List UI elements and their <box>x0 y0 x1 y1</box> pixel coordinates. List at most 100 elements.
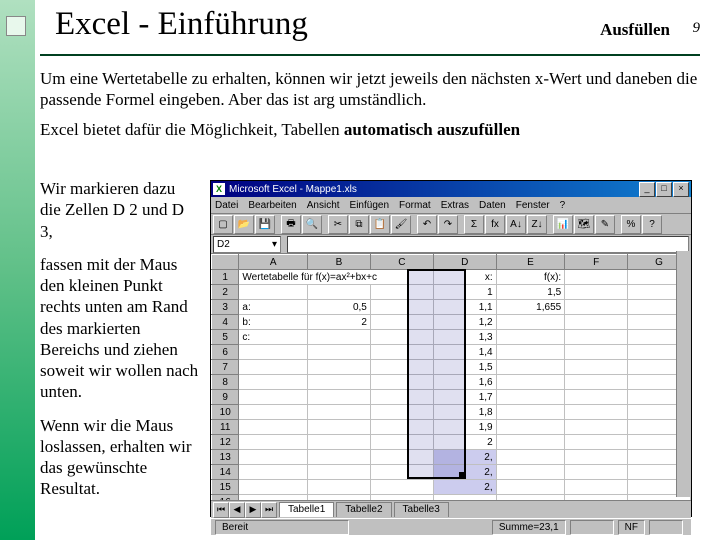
cell[interactable] <box>239 450 308 465</box>
col-header[interactable]: C <box>370 255 433 270</box>
cell[interactable] <box>496 315 565 330</box>
cell[interactable]: 1,5 <box>496 285 565 300</box>
row-header[interactable]: 16 <box>212 495 239 501</box>
row-header[interactable]: 1 <box>212 270 239 285</box>
tab-nav-last-icon[interactable]: ⏭ <box>261 502 277 518</box>
paste-icon[interactable]: 📋 <box>370 215 390 234</box>
menu-item[interactable]: Ansicht <box>307 200 340 211</box>
cell[interactable] <box>239 390 308 405</box>
cell[interactable] <box>239 420 308 435</box>
spreadsheet-grid[interactable]: A B C D E F G 1Wertetabelle für f(x)=ax²… <box>211 254 691 500</box>
cell[interactable]: x: <box>433 270 496 285</box>
cell[interactable] <box>496 375 565 390</box>
cell[interactable] <box>370 330 433 345</box>
formula-input[interactable] <box>287 236 689 253</box>
fx-icon[interactable]: fx <box>485 215 505 234</box>
cell[interactable] <box>433 495 496 501</box>
cell[interactable] <box>565 315 628 330</box>
zoom-icon[interactable]: % <box>621 215 641 234</box>
cell[interactable] <box>239 405 308 420</box>
cell[interactable] <box>565 480 628 495</box>
vertical-scrollbar[interactable] <box>676 251 691 497</box>
save-icon[interactable]: 💾 <box>255 215 275 234</box>
cell[interactable] <box>370 495 433 501</box>
cell[interactable] <box>496 480 565 495</box>
cell[interactable] <box>496 435 565 450</box>
menu-item[interactable]: Format <box>399 200 431 211</box>
cell[interactable]: c: <box>239 330 308 345</box>
close-button[interactable]: × <box>673 182 689 197</box>
row-header[interactable]: 9 <box>212 390 239 405</box>
cell[interactable] <box>308 465 371 480</box>
cell[interactable] <box>308 375 371 390</box>
cell[interactable] <box>308 480 371 495</box>
cell[interactable] <box>370 405 433 420</box>
cell[interactable] <box>565 465 628 480</box>
cell[interactable] <box>239 285 308 300</box>
cell[interactable] <box>565 330 628 345</box>
menu-item[interactable]: Extras <box>441 200 469 211</box>
cell[interactable] <box>496 450 565 465</box>
format-painter-icon[interactable]: 🖌 <box>391 215 411 234</box>
cell[interactable]: 1,7 <box>433 390 496 405</box>
row-header[interactable]: 10 <box>212 405 239 420</box>
row-header[interactable]: 4 <box>212 315 239 330</box>
menu-item[interactable]: Fenster <box>516 200 550 211</box>
tab-nav-first-icon[interactable]: ⏮ <box>213 502 229 518</box>
menu-item[interactable]: Datei <box>215 200 238 211</box>
cell[interactable] <box>496 465 565 480</box>
cell[interactable]: 2, <box>433 480 496 495</box>
cell[interactable]: 1,2 <box>433 315 496 330</box>
row-header[interactable]: 12 <box>212 435 239 450</box>
cell[interactable] <box>239 345 308 360</box>
cell[interactable] <box>370 420 433 435</box>
help-icon[interactable]: ? <box>642 215 662 234</box>
cell[interactable] <box>565 495 628 501</box>
select-all[interactable] <box>212 255 239 270</box>
cell[interactable]: Wertetabelle für f(x)=ax²+bx+c <box>239 270 433 285</box>
undo-icon[interactable]: ↶ <box>417 215 437 234</box>
cell[interactable] <box>565 375 628 390</box>
cell[interactable] <box>370 375 433 390</box>
cell[interactable]: 1,655 <box>496 300 565 315</box>
row-header[interactable]: 7 <box>212 360 239 375</box>
print-icon[interactable]: 🖶 <box>281 215 301 234</box>
cell[interactable] <box>565 450 628 465</box>
cell[interactable] <box>565 435 628 450</box>
cell[interactable] <box>496 495 565 501</box>
cell[interactable] <box>308 345 371 360</box>
cell[interactable] <box>565 420 628 435</box>
cell[interactable] <box>370 450 433 465</box>
cell[interactable] <box>370 345 433 360</box>
cell[interactable] <box>565 300 628 315</box>
cell[interactable] <box>239 360 308 375</box>
cell[interactable] <box>565 405 628 420</box>
cell[interactable]: 1,5 <box>433 360 496 375</box>
col-header[interactable]: A <box>239 255 308 270</box>
cell[interactable] <box>370 390 433 405</box>
menu-item[interactable]: Daten <box>479 200 506 211</box>
cell[interactable]: 1,8 <box>433 405 496 420</box>
cell[interactable] <box>370 480 433 495</box>
cut-icon[interactable]: ✂ <box>328 215 348 234</box>
cell[interactable] <box>370 300 433 315</box>
cell[interactable] <box>370 285 433 300</box>
cell[interactable] <box>239 495 308 501</box>
cell[interactable] <box>239 375 308 390</box>
cell[interactable]: 2 <box>433 435 496 450</box>
row-header[interactable]: 6 <box>212 345 239 360</box>
cell[interactable]: 2, <box>433 450 496 465</box>
cell[interactable] <box>308 330 371 345</box>
cell[interactable] <box>565 390 628 405</box>
col-header[interactable]: F <box>565 255 628 270</box>
cell[interactable] <box>565 285 628 300</box>
row-header[interactable]: 3 <box>212 300 239 315</box>
col-header[interactable]: B <box>308 255 371 270</box>
cell[interactable]: 2, <box>433 465 496 480</box>
cell[interactable]: 1,6 <box>433 375 496 390</box>
sheet-tab[interactable]: Tabelle3 <box>394 502 449 517</box>
cell[interactable] <box>370 360 433 375</box>
cell[interactable] <box>239 480 308 495</box>
new-icon[interactable]: ▢ <box>213 215 233 234</box>
sort-desc-icon[interactable]: Z↓ <box>527 215 547 234</box>
